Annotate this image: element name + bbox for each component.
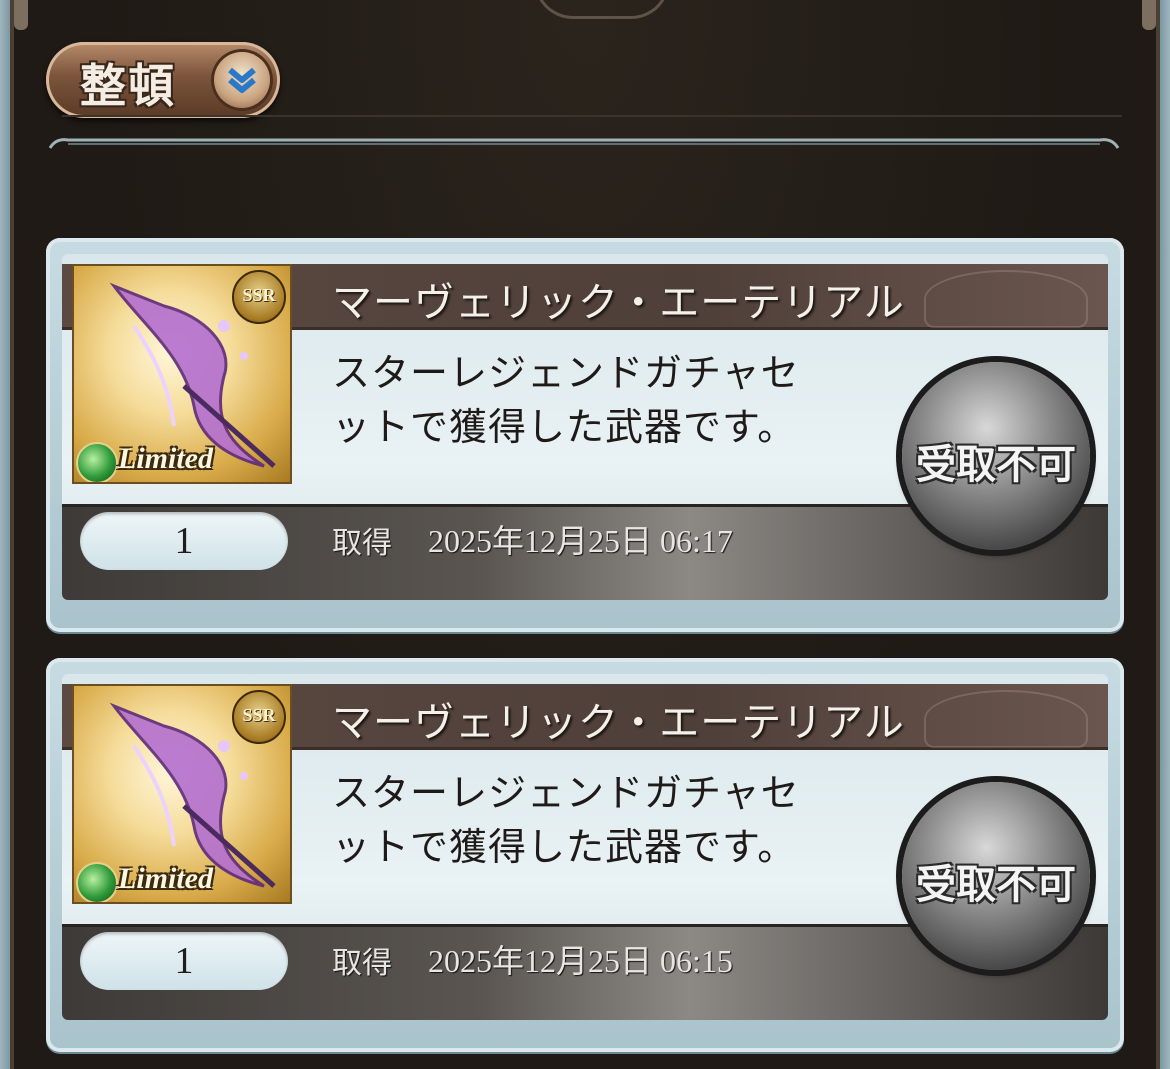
limited-label: Limited: [118, 862, 213, 895]
present-item-body: マーヴェリック・エーテリアル SSR Limited スターレジェンドガチャセッ…: [62, 674, 1108, 1020]
top-ornament: [534, 0, 670, 19]
top-rivet-right: [1142, 0, 1156, 30]
present-item-body: マーヴェリック・エーテリアル SSR Limited スターレジェンドガチャセッ…: [62, 254, 1108, 600]
item-description: スターレジェンドガチャセットで獲得した武器です。: [332, 771, 800, 869]
receive-button-label: 受取不可: [916, 862, 1076, 908]
item-quantity: 1: [80, 512, 288, 570]
present-item-card: マーヴェリック・エーテリアル SSR Limited スターレジェンドガチャセッ…: [46, 658, 1124, 1052]
left-frame-border: [0, 0, 14, 1069]
acquired-label: 取得: [332, 946, 392, 981]
sort-button-label: 整頓: [80, 59, 176, 113]
receive-button-disabled[interactable]: 受取不可: [902, 782, 1090, 970]
weapon-thumbnail[interactable]: SSR Limited: [72, 684, 292, 904]
header-divider: [62, 115, 1122, 117]
item-name: マーヴェリック・エーテリアル: [332, 280, 905, 326]
limited-tag: Limited: [76, 860, 276, 902]
right-frame-border: [1156, 0, 1170, 1069]
wind-element-icon: [76, 442, 118, 482]
limited-label: Limited: [118, 442, 213, 475]
acquired-date: 2025年12月25日 06:15: [428, 943, 733, 979]
receive-button-disabled[interactable]: 受取不可: [902, 362, 1090, 550]
weapon-thumbnail[interactable]: SSR Limited: [72, 264, 292, 484]
limited-tag: Limited: [76, 440, 276, 482]
item-quantity: 1: [80, 932, 288, 990]
acquired-label: 取得: [332, 526, 392, 561]
receive-button-label: 受取不可: [916, 442, 1076, 488]
ornamental-rail: [48, 138, 1120, 149]
top-rivet-left: [14, 0, 28, 30]
acquired-date: 2025年12月25日 06:17: [428, 523, 733, 559]
ssr-rarity-badge: SSR: [232, 270, 286, 324]
item-description: スターレジェンドガチャセットで獲得した武器です。: [332, 351, 800, 449]
sort-button[interactable]: 整頓: [46, 42, 280, 118]
ssr-rarity-badge: SSR: [232, 690, 286, 744]
item-name: マーヴェリック・エーテリアル: [332, 700, 905, 746]
wind-element-icon: [76, 862, 118, 902]
present-item-card: マーヴェリック・エーテリアル SSR Limited スターレジェンドガチャセッ…: [46, 238, 1124, 632]
double-chevron-down-icon: [214, 52, 270, 108]
